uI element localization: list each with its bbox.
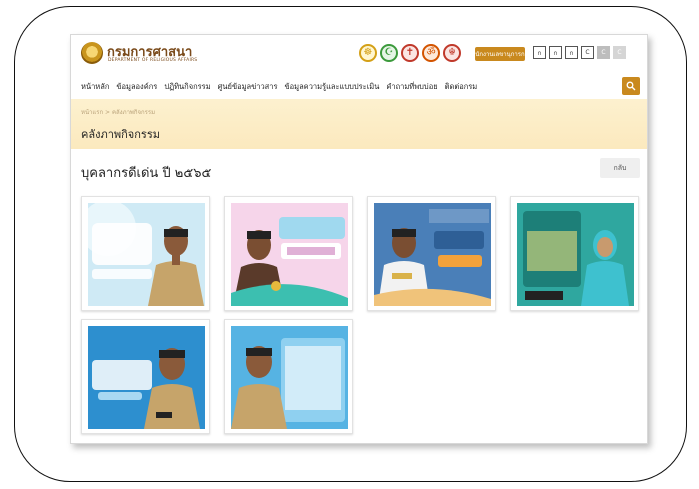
font-size-medium-button[interactable]: ก	[549, 46, 562, 59]
search-icon	[626, 81, 636, 91]
hinduism-icon[interactable]: ॐ	[422, 44, 440, 62]
gallery-image[interactable]	[517, 203, 634, 306]
section-heading: บุคลากรดีเด่น ปี ๒๕๖๕	[81, 166, 212, 181]
office-button[interactable]: สำนักงานเลขานุการกรม	[468, 47, 532, 61]
islam-icon[interactable]: ☪	[380, 44, 398, 62]
gallery-card[interactable]	[224, 196, 353, 311]
gallery-card[interactable]	[510, 196, 639, 311]
gallery-card[interactable]	[224, 319, 353, 434]
nav-item-home[interactable]: หน้าหลัก	[81, 81, 109, 93]
contrast-normal-button[interactable]: C	[581, 46, 594, 59]
gallery-card[interactable]	[81, 196, 210, 311]
sikhism-icon[interactable]: ☬	[443, 44, 461, 62]
christianity-icon[interactable]: ✝	[401, 44, 419, 62]
nav-item-knowledge[interactable]: ข้อมูลความรู้และแบบประเมิน	[285, 81, 380, 93]
buddhism-icon[interactable]: ☸	[359, 44, 377, 62]
contrast-light-button[interactable]: C	[613, 46, 626, 59]
font-size-large-button[interactable]: ก	[565, 46, 578, 59]
breadcrumb[interactable]: หน้าแรก > คลังภาพกิจกรรม	[81, 107, 155, 117]
nav-item-calendar[interactable]: ปฏิทินกิจกรรม	[164, 81, 210, 93]
nav-item-contact[interactable]: ติดต่อกรม	[445, 81, 478, 93]
contrast-grey-button[interactable]: C	[597, 46, 610, 59]
nav-item-organization[interactable]: ข้อมูลองค์กร	[116, 81, 157, 93]
page-title: คลังภาพกิจกรรม	[81, 128, 160, 141]
department-emblem-icon[interactable]	[81, 42, 103, 64]
nav-item-news-center[interactable]: ศูนย์ข้อมูลข่าวสาร	[218, 81, 278, 93]
website-screenshot: กรมการศาสนา DEPARTMENT OF RELIGIOUS AFFA…	[70, 34, 648, 444]
gallery-image[interactable]	[88, 203, 205, 306]
gallery-image[interactable]	[231, 203, 348, 306]
site-header: กรมการศาสนา DEPARTMENT OF RELIGIOUS AFFA…	[71, 35, 647, 75]
gallery-card[interactable]	[81, 319, 210, 434]
gallery-card[interactable]	[367, 196, 496, 311]
font-size-small-button[interactable]: ก	[533, 46, 546, 59]
gallery-image[interactable]	[88, 326, 205, 429]
back-button[interactable]: กลับ	[600, 158, 640, 178]
accessibility-tools: ก ก ก C C C	[533, 46, 626, 59]
nav-item-faq[interactable]: คำถามที่พบบ่อย	[386, 81, 437, 93]
religion-icons: ☸ ☪ ✝ ॐ ☬	[359, 44, 461, 62]
search-button[interactable]	[622, 77, 640, 95]
gallery-image[interactable]	[374, 203, 491, 306]
main-nav: หน้าหลัก ข้อมูลองค์กร ปฏิทินกิจกรรม ศูนย…	[71, 75, 647, 97]
gallery-image[interactable]	[231, 326, 348, 429]
site-subtitle: DEPARTMENT OF RELIGIOUS AFFAIRS	[108, 58, 198, 63]
